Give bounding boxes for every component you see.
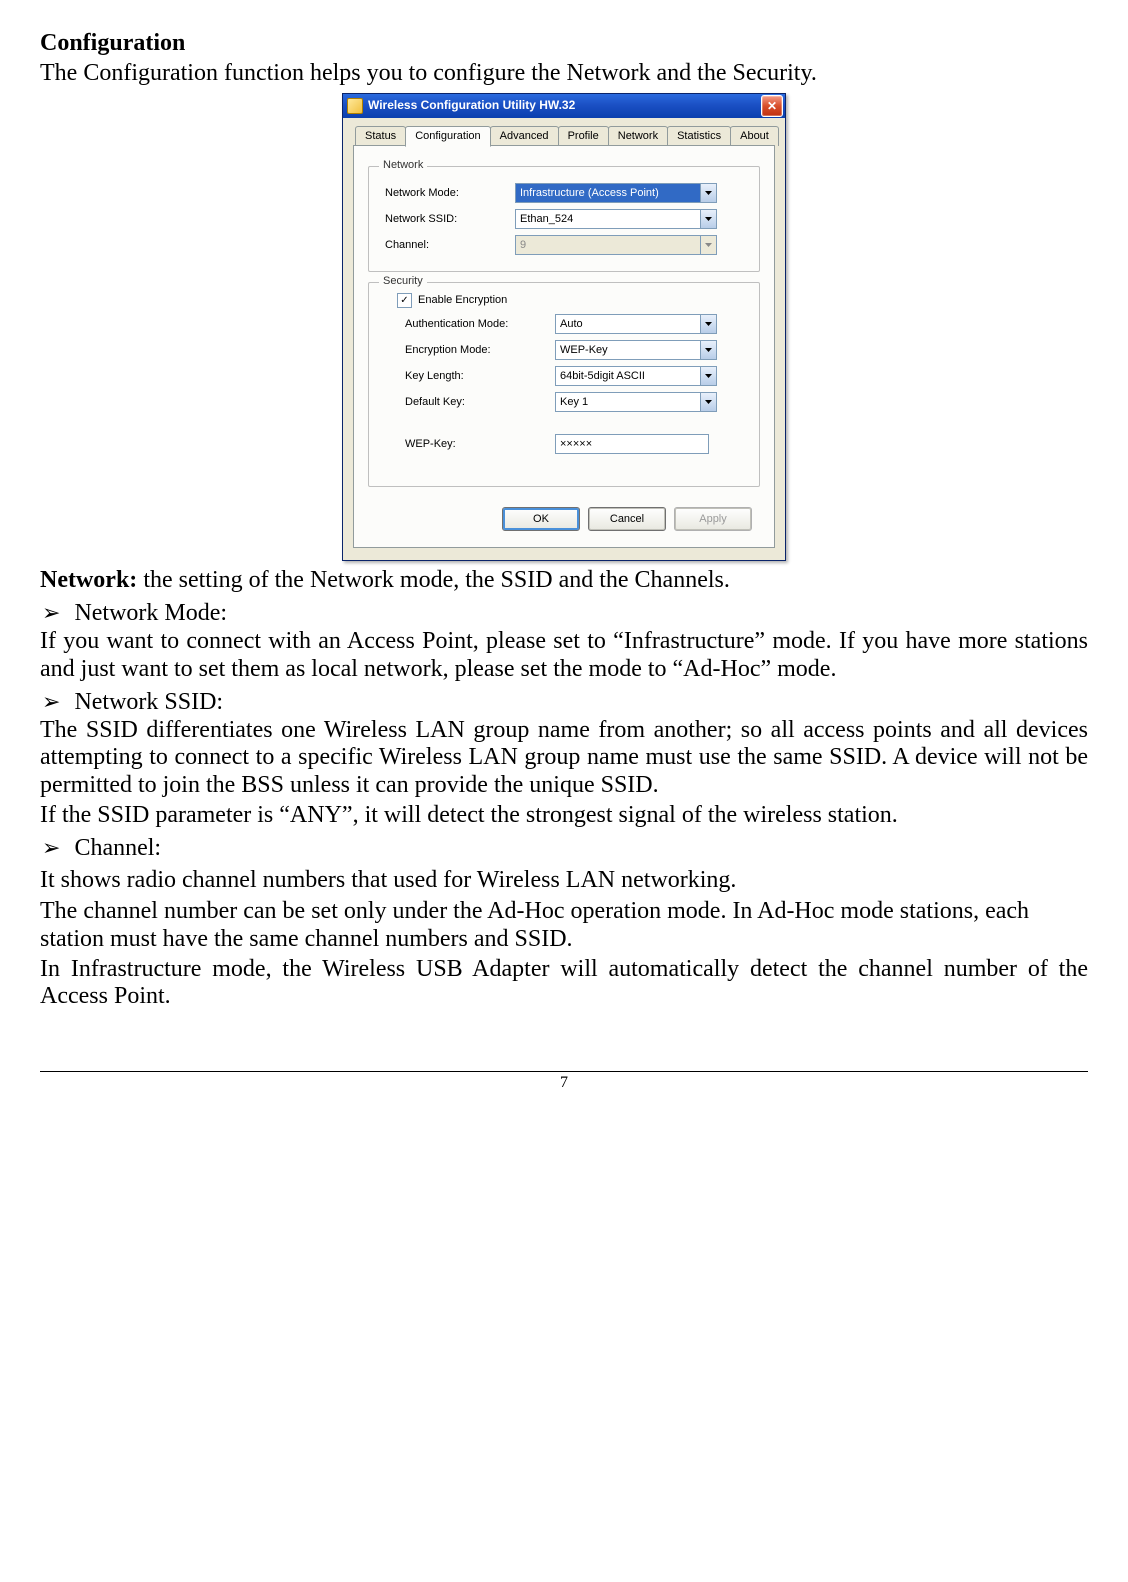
paragraph-channel-a: It shows radio channel numbers that used…: [40, 867, 1088, 895]
chevron-down-icon: [700, 341, 716, 359]
network-group: Network Network Mode: Infrastructure (Ac…: [368, 166, 760, 272]
ok-button[interactable]: OK: [502, 507, 580, 531]
label-network-ssid: Network SSID:: [379, 213, 515, 226]
bullet-network-mode: ➢ Network Mode:: [40, 600, 1088, 628]
intro-paragraph: The Configuration function helps you to …: [40, 60, 1088, 88]
chevron-down-icon: [700, 315, 716, 333]
network-group-label: Network: [379, 159, 427, 172]
security-group-label: Security: [379, 275, 427, 288]
tab-panel: Network Network Mode: Infrastructure (Ac…: [353, 145, 775, 548]
input-wep-key[interactable]: ×××××: [555, 434, 709, 454]
section-heading: Configuration: [40, 30, 1088, 58]
bullet-icon: ➢: [42, 689, 60, 717]
tab-statistics[interactable]: Statistics: [667, 126, 731, 146]
app-icon: [347, 98, 363, 114]
combo-network-ssid[interactable]: Ethan_524: [515, 209, 717, 229]
label-enc-mode: Encryption Mode:: [379, 344, 555, 357]
paragraph-channel-c: In Infrastructure mode, the Wireless USB…: [40, 956, 1088, 1011]
label-key-length: Key Length:: [379, 370, 555, 383]
bullet-label: Channel:: [74, 835, 161, 863]
titlebar: Wireless Configuration Utility HW.32 ✕: [343, 94, 785, 118]
paragraph-channel-b: The channel number can be set only under…: [40, 898, 1088, 953]
security-group: Security ✓ Enable Encryption Authenticat…: [368, 282, 760, 487]
close-icon: ✕: [767, 100, 777, 112]
check-icon: ✓: [400, 295, 408, 307]
label-enable-encryption: Enable Encryption: [418, 294, 507, 307]
combo-key-length-value: 64bit-5digit ASCII: [556, 370, 700, 383]
screenshot-container: Wireless Configuration Utility HW.32 ✕ S…: [40, 93, 1088, 561]
combo-auth-mode[interactable]: Auto: [555, 314, 717, 334]
bullet-label: Network SSID:: [74, 689, 223, 717]
window-title: Wireless Configuration Utility HW.32: [368, 99, 575, 113]
tab-profile[interactable]: Profile: [558, 126, 609, 146]
combo-enc-mode-value: WEP-Key: [556, 344, 700, 357]
config-dialog: Wireless Configuration Utility HW.32 ✕ S…: [342, 93, 786, 561]
chevron-down-icon: [700, 393, 716, 411]
page-number: 7: [40, 1074, 1088, 1092]
input-wep-key-value: ×××××: [560, 438, 592, 451]
combo-channel-value: 9: [516, 239, 700, 252]
tab-about[interactable]: About: [730, 126, 779, 146]
bullet-icon: ➢: [42, 600, 60, 628]
apply-button: Apply: [674, 507, 752, 531]
tab-status[interactable]: Status: [355, 126, 406, 146]
bullet-icon: ➢: [42, 835, 60, 863]
tab-network[interactable]: Network: [608, 126, 668, 146]
label-wep-key: WEP-Key:: [379, 438, 555, 451]
combo-network-mode[interactable]: Infrastructure (Access Point): [515, 183, 717, 203]
footer-rule: [40, 1071, 1088, 1072]
bullet-label: Network Mode:: [74, 600, 227, 628]
network-section-intro: Network: the setting of the Network mode…: [40, 567, 1088, 595]
chevron-down-icon: [700, 236, 716, 254]
combo-auth-mode-value: Auto: [556, 318, 700, 331]
combo-channel: 9: [515, 235, 717, 255]
combo-key-length[interactable]: 64bit-5digit ASCII: [555, 366, 717, 386]
chevron-down-icon: [700, 184, 716, 202]
chevron-down-icon: [700, 367, 716, 385]
paragraph-network-mode: If you want to connect with an Access Po…: [40, 628, 1088, 683]
tab-strip: Status Configuration Advanced Profile Ne…: [353, 126, 775, 146]
combo-network-mode-value: Infrastructure (Access Point): [516, 187, 700, 200]
tab-configuration[interactable]: Configuration: [405, 126, 490, 147]
bullet-network-ssid: ➢ Network SSID:: [40, 689, 1088, 717]
combo-default-key[interactable]: Key 1: [555, 392, 717, 412]
paragraph-ssid-b: If the SSID parameter is “ANY”, it will …: [40, 802, 1088, 830]
paragraph-ssid-a: The SSID differentiates one Wireless LAN…: [40, 717, 1088, 800]
label-default-key: Default Key:: [379, 396, 555, 409]
dialog-body: Status Configuration Advanced Profile Ne…: [343, 118, 785, 560]
dialog-button-row: OK Cancel Apply: [364, 497, 764, 531]
cancel-button[interactable]: Cancel: [588, 507, 666, 531]
label-channel: Channel:: [379, 239, 515, 252]
label-network-mode: Network Mode:: [379, 187, 515, 200]
bullet-channel: ➢ Channel:: [40, 835, 1088, 863]
close-button[interactable]: ✕: [761, 95, 783, 117]
combo-enc-mode[interactable]: WEP-Key: [555, 340, 717, 360]
label-auth-mode: Authentication Mode:: [379, 318, 555, 331]
checkbox-enable-encryption[interactable]: ✓: [397, 293, 412, 308]
chevron-down-icon: [700, 210, 716, 228]
combo-network-ssid-value: Ethan_524: [516, 213, 700, 226]
tab-advanced[interactable]: Advanced: [490, 126, 559, 146]
combo-default-key-value: Key 1: [556, 396, 700, 409]
